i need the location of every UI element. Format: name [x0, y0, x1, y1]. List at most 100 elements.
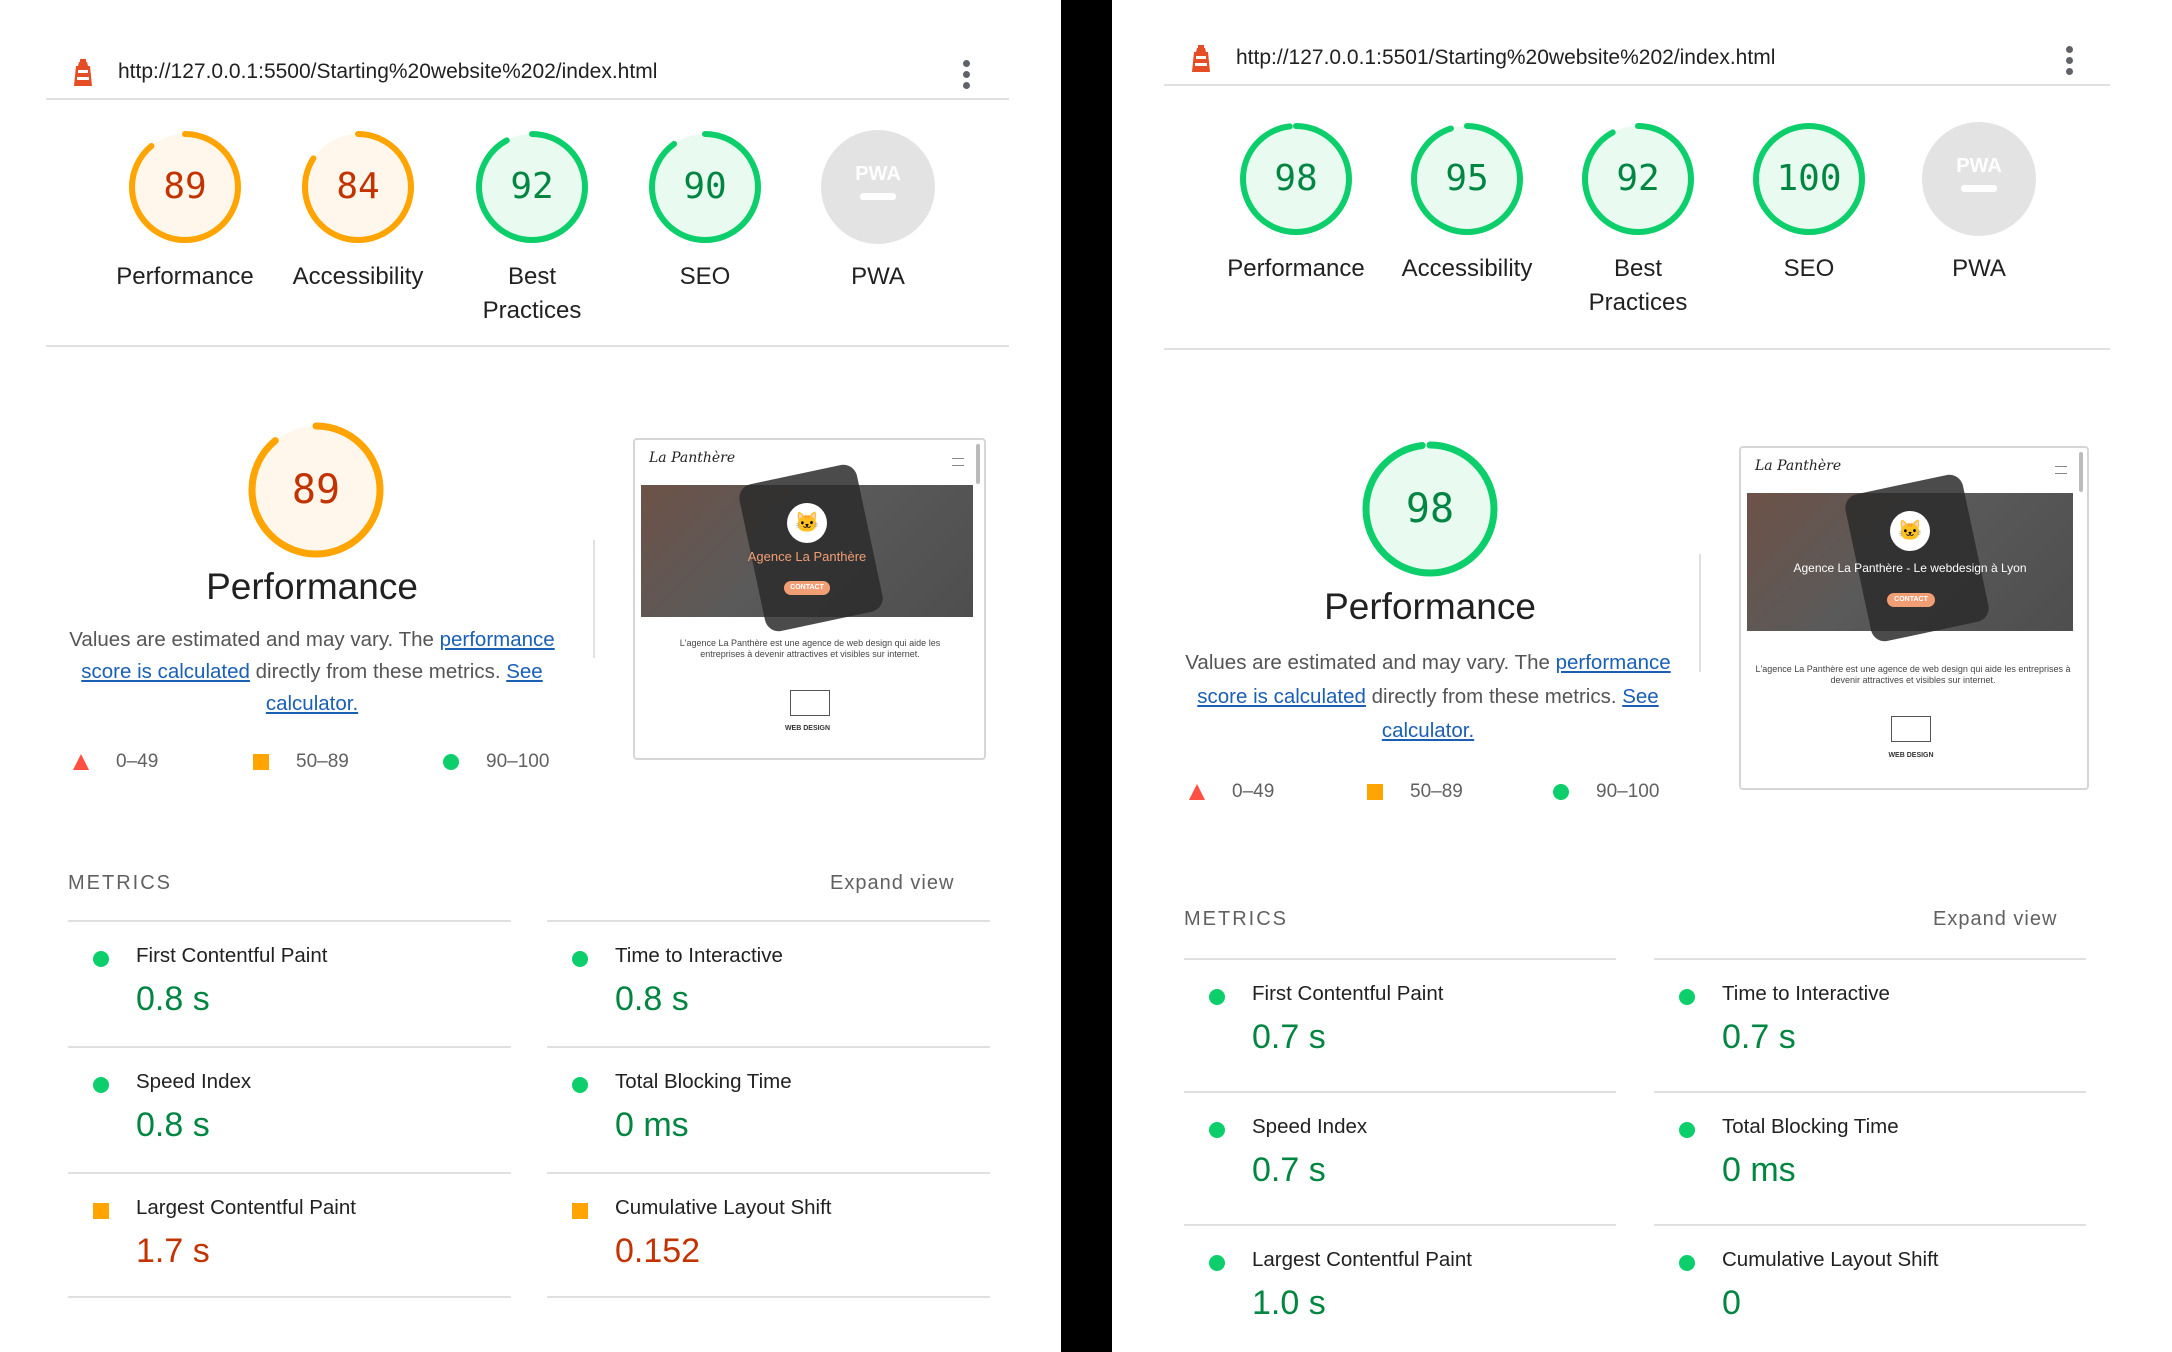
metric-speed-index: Speed Index 0.7 s — [1184, 1091, 1616, 1224]
final-screenshot: La Panthère 🐱 Agence La Panthère - Le we… — [1739, 446, 2089, 790]
status-square-icon — [572, 1203, 588, 1219]
expand-view-toggle[interactable]: Expand view — [830, 872, 954, 895]
desc-text: Values are estimated and may vary. The — [69, 628, 440, 651]
gauge-performance[interactable]: 89 Performance — [105, 128, 265, 294]
metric-value: 0.7 s — [1722, 1018, 1796, 1056]
metric-value: 1.0 s — [1252, 1284, 1326, 1322]
status-square-icon — [93, 1203, 109, 1219]
pwa-badge-icon: PWA — [1922, 122, 2036, 236]
gauge-score: 98 — [1274, 158, 1318, 199]
metric-title: First Contentful Paint — [136, 944, 328, 967]
lighthouse-icon — [74, 59, 92, 86]
metric-tbt: Total Blocking Time 0 ms — [1654, 1091, 2086, 1224]
triangle-icon — [73, 754, 89, 770]
thumbnail-section-title: WEB DESIGN — [784, 725, 831, 732]
gauge-pwa[interactable]: PWA PWA — [798, 128, 958, 294]
more-options-icon[interactable] — [963, 60, 971, 89]
metric-cls: Cumulative Layout Shift 0.152 — [547, 1172, 990, 1298]
gauge-score: 89 — [163, 166, 207, 207]
metric-value: 0 ms — [1722, 1151, 1796, 1189]
pwa-badge-background — [821, 130, 935, 244]
thumbnail-contact-button: CONTACT — [1887, 593, 1935, 607]
status-circle-icon — [572, 1077, 588, 1093]
square-icon — [253, 754, 269, 770]
thumbnail-hero-text: Agence La Panthère — [747, 549, 867, 564]
thumbnail-brand: La Panthère — [1755, 458, 1842, 474]
gauge-label: Accessibility — [292, 263, 424, 290]
thumbnail-hero: 🐱 Agence La Panthère - Le webdesign à Ly… — [1747, 472, 2073, 644]
pwa-badge-icon: PWA — [821, 130, 935, 244]
thumbnail-brand: La Panthère — [649, 450, 736, 466]
metric-tbt: Total Blocking Time 0 ms — [547, 1046, 990, 1172]
status-circle-icon — [1209, 1122, 1225, 1138]
metrics-heading: METRICS — [68, 872, 172, 894]
hamburger-icon — [952, 458, 964, 466]
gauge-seo[interactable]: 90 SEO — [625, 128, 785, 294]
metric-value: 0.152 — [615, 1232, 701, 1270]
performance-score: 98 — [1405, 486, 1455, 532]
pwa-dash — [1961, 185, 1997, 192]
status-circle-icon — [1209, 1255, 1225, 1271]
report-panel-right: http://127.0.0.1:5501/Starting%20website… — [1112, 0, 2172, 1352]
metric-title: First Contentful Paint — [1252, 982, 1444, 1005]
gauge-score: 90 — [683, 166, 727, 207]
gauge-score: 92 — [510, 166, 554, 207]
pwa-badge-background — [1922, 122, 2036, 236]
phone-image — [736, 462, 886, 634]
performance-gauge-large: 89 — [246, 420, 386, 560]
performance-gauge-large: 98 — [1360, 439, 1500, 579]
gauge-best-practices[interactable]: 92 Best Practices — [452, 128, 612, 328]
desc-text: directly from these metrics. — [249, 660, 507, 683]
legend-label: 0–49 — [116, 751, 159, 772]
gauge-seo[interactable]: 100 SEO — [1729, 120, 1889, 286]
legend-label: 0–49 — [1232, 781, 1275, 802]
desc-text: directly from these metrics. — [1365, 685, 1623, 708]
status-circle-icon — [572, 951, 588, 967]
triangle-icon — [1189, 784, 1205, 800]
final-screenshot: La Panthère 🐱 Agence La Panthère CONTACT… — [633, 438, 986, 760]
scrollbar — [2079, 452, 2083, 492]
gauge-label-line: Practices — [1588, 289, 1688, 316]
metric-lcp: Largest Contentful Paint 1.7 s — [68, 1172, 511, 1298]
square-icon — [1367, 784, 1383, 800]
thumbnail-body-text: L'agence La Panthère est une agence de w… — [1755, 664, 2071, 685]
gauge-label: PWA — [851, 263, 905, 290]
pwa-badge-text: PWA — [1956, 155, 2002, 177]
status-circle-icon — [1679, 989, 1695, 1005]
legend-label: 90–100 — [486, 751, 550, 772]
performance-title: Performance — [1324, 586, 1536, 627]
circle-icon — [1553, 784, 1569, 800]
metric-title: Cumulative Layout Shift — [1722, 1248, 1939, 1271]
pwa-dash — [860, 193, 896, 200]
gauge-pwa[interactable]: PWA PWA — [1899, 120, 2059, 286]
pwa-badge-text: PWA — [855, 163, 901, 185]
gauge-best-practices[interactable]: 92 Best Practices — [1558, 120, 1718, 320]
metric-title: Largest Contentful Paint — [136, 1196, 356, 1219]
expand-view-toggle[interactable]: Expand view — [1933, 908, 2057, 931]
more-options-icon[interactable] — [2066, 46, 2074, 75]
thumbnail-hero-text: Agence La Panthère - Le webdesign à Lyon — [1793, 561, 2027, 575]
metric-value: 0.8 s — [615, 980, 689, 1018]
metric-cls: Cumulative Layout Shift 0 — [1654, 1224, 2086, 1352]
lighthouse-icon — [1192, 45, 1210, 72]
category-gauges: 98 Performance 95 Accessibility 92 Best P… — [1216, 120, 2076, 320]
url-bar: http://127.0.0.1:5501/Starting%20website… — [1164, 36, 2110, 86]
gauge-performance[interactable]: 98 Performance — [1216, 120, 1376, 286]
panther-logo-icon: 🐱 — [787, 503, 827, 543]
metric-value: 0 — [1722, 1284, 1741, 1322]
gauge-accessibility[interactable]: 84 Accessibility — [278, 128, 438, 294]
metric-value: 0 ms — [615, 1106, 689, 1144]
score-legend: 0–49 50–89 90–100 — [1188, 781, 1688, 811]
performance-score: 89 — [291, 467, 341, 513]
vertical-divider — [1699, 554, 1701, 672]
category-gauges: 89 Performance 84 Accessibility 92 Best P… — [105, 128, 965, 328]
gauge-label-line: Best — [507, 263, 557, 290]
score-legend: 0–49 50–89 90–100 — [72, 751, 572, 781]
metric-title: Largest Contentful Paint — [1252, 1248, 1472, 1271]
gauge-accessibility[interactable]: 95 Accessibility — [1387, 120, 1547, 286]
metric-speed-index: Speed Index 0.8 s — [68, 1046, 511, 1172]
panther-logo-icon: 🐱 — [1890, 511, 1930, 551]
metric-lcp: Largest Contentful Paint 1.0 s — [1184, 1224, 1616, 1352]
thumbnail-contact-button: CONTACT — [784, 581, 830, 595]
report-url: http://127.0.0.1:5501/Starting%20website… — [1236, 46, 1776, 69]
